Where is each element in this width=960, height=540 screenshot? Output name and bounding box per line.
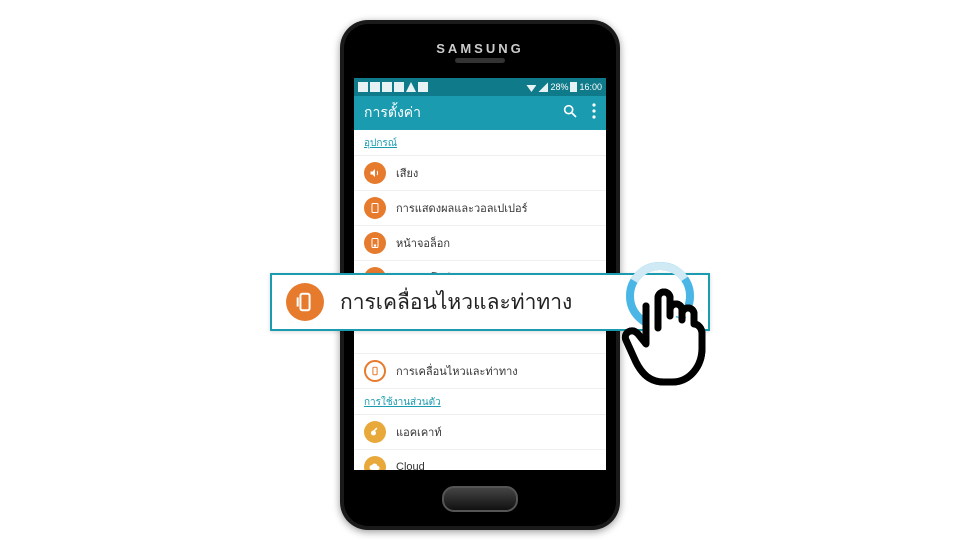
display-icon <box>364 197 386 219</box>
row-label: เสียง <box>396 164 418 182</box>
search-icon[interactable] <box>562 103 578 124</box>
row-label: แอคเคาท์ <box>396 423 442 441</box>
motion-icon-large <box>286 283 324 321</box>
appbar-actions <box>562 103 596 124</box>
notification-icon <box>382 82 392 92</box>
sound-icon <box>364 162 386 184</box>
app-bar: การตั้งค่า <box>354 96 606 130</box>
notification-icon <box>418 82 428 92</box>
battery-icon <box>570 82 577 92</box>
motion-icon <box>364 360 386 382</box>
account-icon <box>364 421 386 443</box>
lockscreen-icon <box>364 232 386 254</box>
row-label: การแสดงผลและวอลเปเปอร์ <box>396 199 528 217</box>
row-label: หน้าจอล็อก <box>396 234 450 252</box>
row-motion[interactable]: การเคลื่อนไหวและท่าทาง <box>354 354 606 389</box>
notification-icon <box>358 82 368 92</box>
section-personal: การใช้งานส่วนตัว <box>354 389 606 415</box>
section-device: อุปกรณ์ <box>354 130 606 156</box>
row-account[interactable]: แอคเคาท์ <box>354 415 606 450</box>
clock: 16:00 <box>579 82 602 92</box>
home-button[interactable] <box>442 486 518 512</box>
battery-percent: 28% <box>550 82 568 92</box>
phone-brand: SAMSUNG <box>436 41 523 56</box>
row-label: การเคลื่อนไหวและท่าทาง <box>396 362 518 380</box>
row-label: Cloud <box>396 461 425 470</box>
wifi-icon <box>526 82 536 92</box>
notification-icon <box>370 82 380 92</box>
row-cloud[interactable]: Cloud <box>354 450 606 470</box>
status-right: 28% 16:00 <box>526 82 602 92</box>
callout-motion-row[interactable]: การเคลื่อนไหวและท่าทาง <box>270 273 710 331</box>
speaker-grille <box>455 58 505 63</box>
status-left <box>358 82 428 92</box>
warning-icon <box>406 82 416 92</box>
signal-icon <box>538 82 548 92</box>
cloud-icon <box>364 456 386 470</box>
phone-top: SAMSUNG <box>344 24 616 72</box>
status-bar: 28% 16:00 <box>354 78 606 96</box>
row-lockscreen[interactable]: หน้าจอล็อก <box>354 226 606 261</box>
notification-icon <box>394 82 404 92</box>
row-display[interactable]: การแสดงผลและวอลเปเปอร์ <box>354 191 606 226</box>
callout-label: การเคลื่อนไหวและท่าทาง <box>340 286 572 319</box>
page-title: การตั้งค่า <box>364 102 421 124</box>
row-sound[interactable]: เสียง <box>354 156 606 191</box>
more-icon[interactable] <box>592 103 596 124</box>
